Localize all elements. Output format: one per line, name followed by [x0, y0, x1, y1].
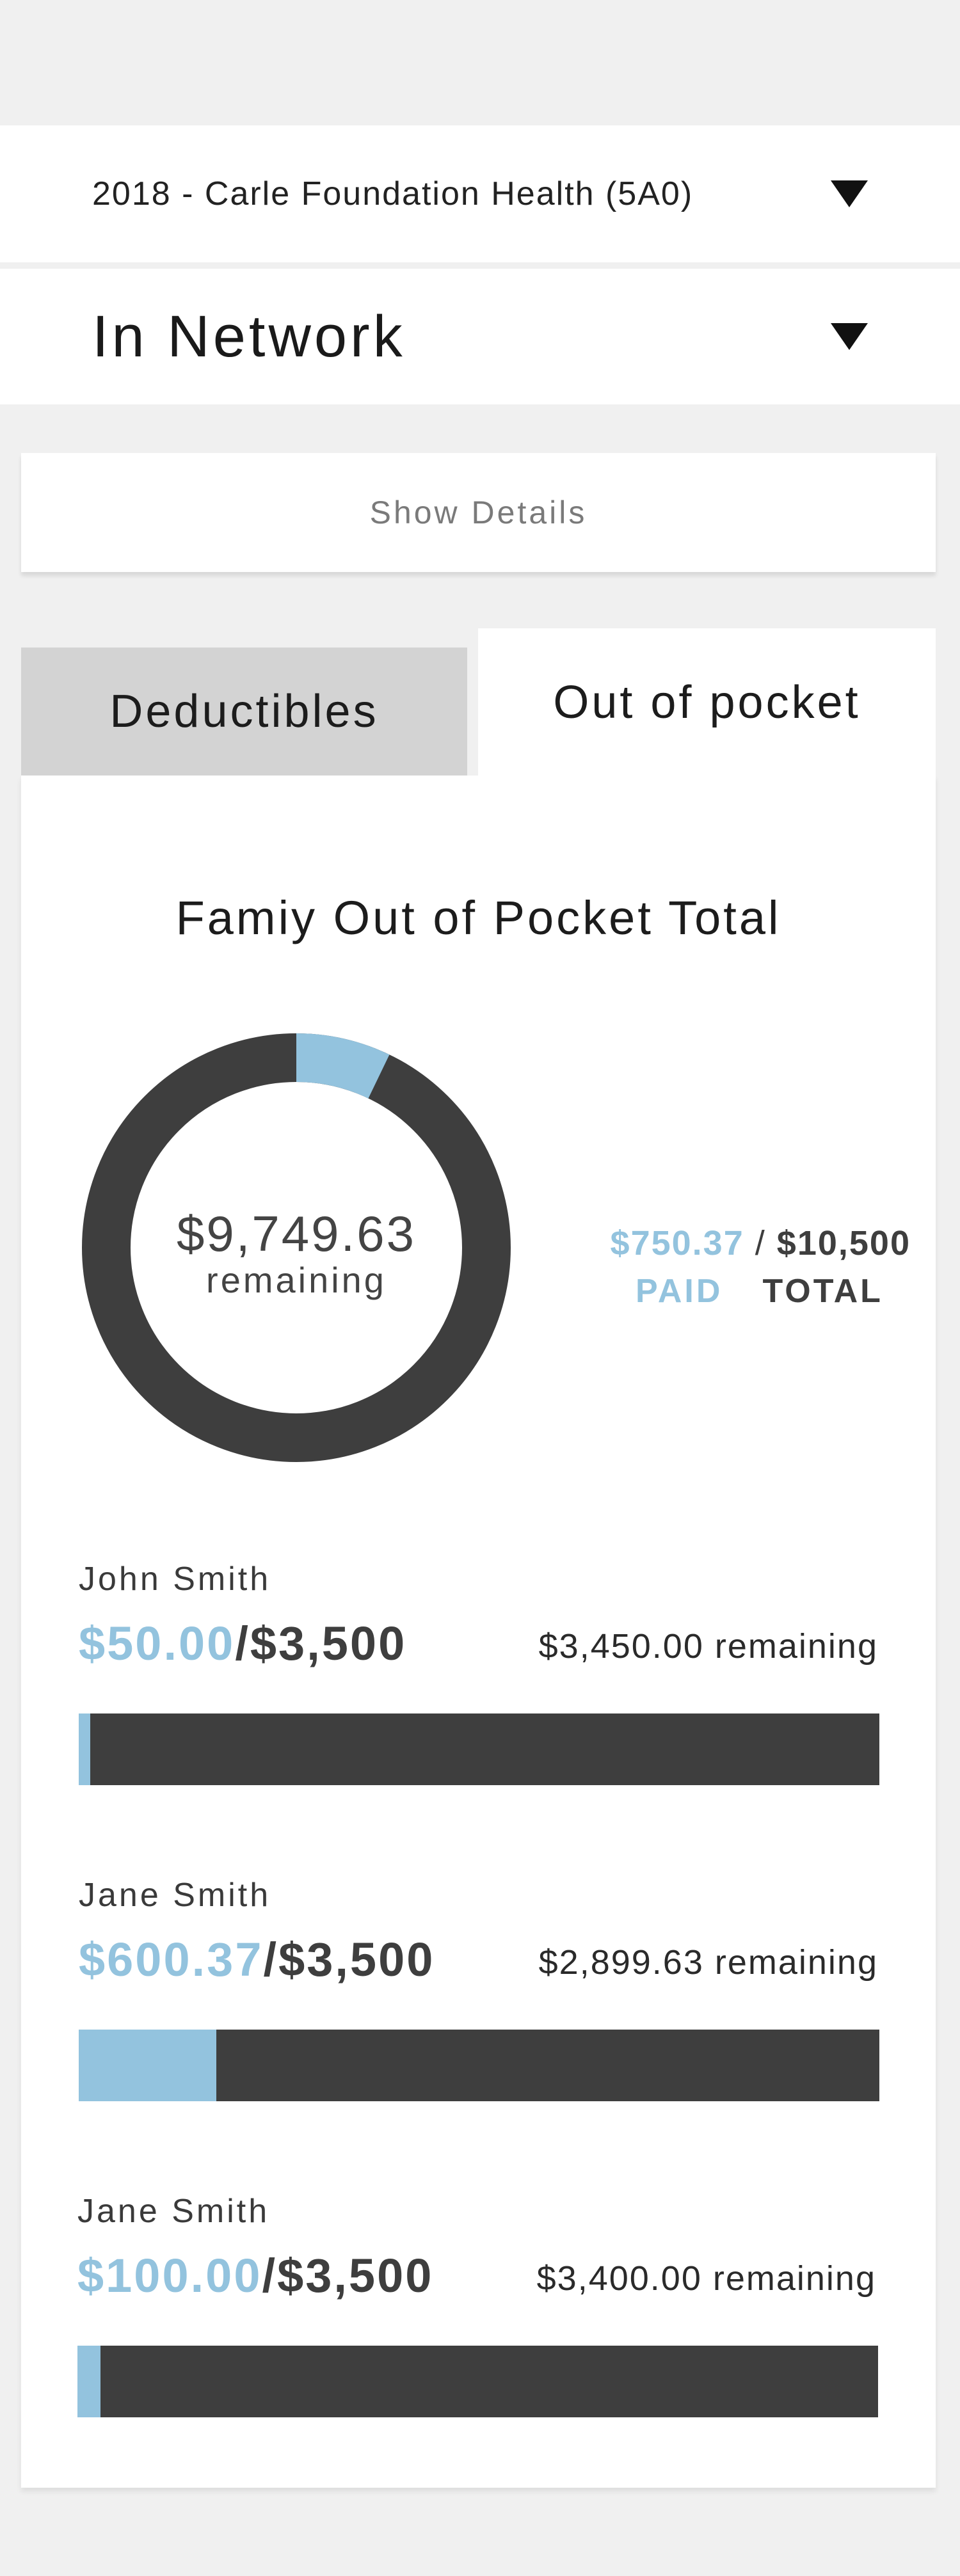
member-progress-bar: [79, 2030, 879, 2101]
member-paid: $100.00: [77, 2249, 262, 2302]
member-row: Jane Smith $600.37/$3,500 $2,899.63 rema…: [21, 1876, 936, 2106]
remaining-label: remaining: [206, 1260, 387, 1301]
total-amount: $10,500: [776, 1224, 911, 1262]
member-limit: $3,500: [250, 1617, 407, 1670]
member-limit: $3,500: [278, 1933, 435, 1986]
tab-out-of-pocket[interactable]: Out of pocket: [478, 628, 936, 777]
plan-select[interactable]: 2018 - Carle Foundation Health (5A0): [0, 125, 960, 262]
network-select[interactable]: In Network: [0, 269, 960, 404]
member-paid: $600.37: [79, 1933, 264, 1986]
network-select-value: In Network: [92, 303, 406, 369]
card-title: Famiy Out of Pocket Total: [175, 891, 781, 944]
total-label: TOTAL: [762, 1273, 883, 1310]
member-remaining: $3,400.00 remaining: [536, 2259, 876, 2298]
member-separator: /: [235, 1617, 250, 1670]
member-limit: $3,500: [277, 2249, 434, 2302]
member-name: Jane Smith: [77, 2193, 270, 2230]
paid-total-summary: $750.37 / $10,500 PAID TOTAL: [552, 1223, 911, 1310]
caret-down-icon[interactable]: [831, 323, 868, 350]
member-amounts: $50.00/$3,500: [79, 1616, 406, 1671]
donut-center-text: $9,749.63 remaining: [80, 1031, 513, 1464]
member-progress-bar: [77, 2346, 878, 2417]
member-separator: /: [262, 2249, 278, 2302]
member-amounts: $100.00/$3,500: [77, 2248, 433, 2303]
member-progress-bar: [79, 1713, 879, 1785]
member-remaining: $3,450.00 remaining: [538, 1627, 878, 1666]
caret-down-icon[interactable]: [831, 180, 868, 207]
member-row: John Smith $50.00/$3,500 $3,450.00 remai…: [21, 1560, 936, 1790]
member-name: Jane Smith: [79, 1877, 271, 1914]
paid-label: PAID: [636, 1273, 723, 1310]
paid-amount: $750.37: [610, 1224, 744, 1262]
tab-deductibles[interactable]: Deductibles: [21, 648, 467, 775]
member-row: Jane Smith $100.00/$3,500 $3,400.00 rema…: [21, 2192, 936, 2422]
member-remaining: $2,899.63 remaining: [538, 1943, 878, 1982]
out-of-pocket-card: Famiy Out of Pocket Total $9,749.63 rema…: [21, 775, 936, 2488]
member-progress-fill: [79, 2030, 216, 2101]
member-name: John Smith: [79, 1561, 271, 1598]
show-details-button[interactable]: Show Details: [21, 453, 936, 572]
member-progress-fill: [79, 1713, 90, 1785]
member-amounts: $600.37/$3,500: [79, 1932, 435, 1987]
plan-select-value: 2018 - Carle Foundation Health (5A0): [92, 175, 694, 212]
summary-separator: /: [755, 1224, 766, 1262]
member-progress-fill: [77, 2346, 100, 2417]
member-paid: $50.00: [79, 1617, 236, 1670]
member-separator: /: [263, 1933, 279, 1986]
remaining-amount: $9,749.63: [176, 1205, 416, 1262]
